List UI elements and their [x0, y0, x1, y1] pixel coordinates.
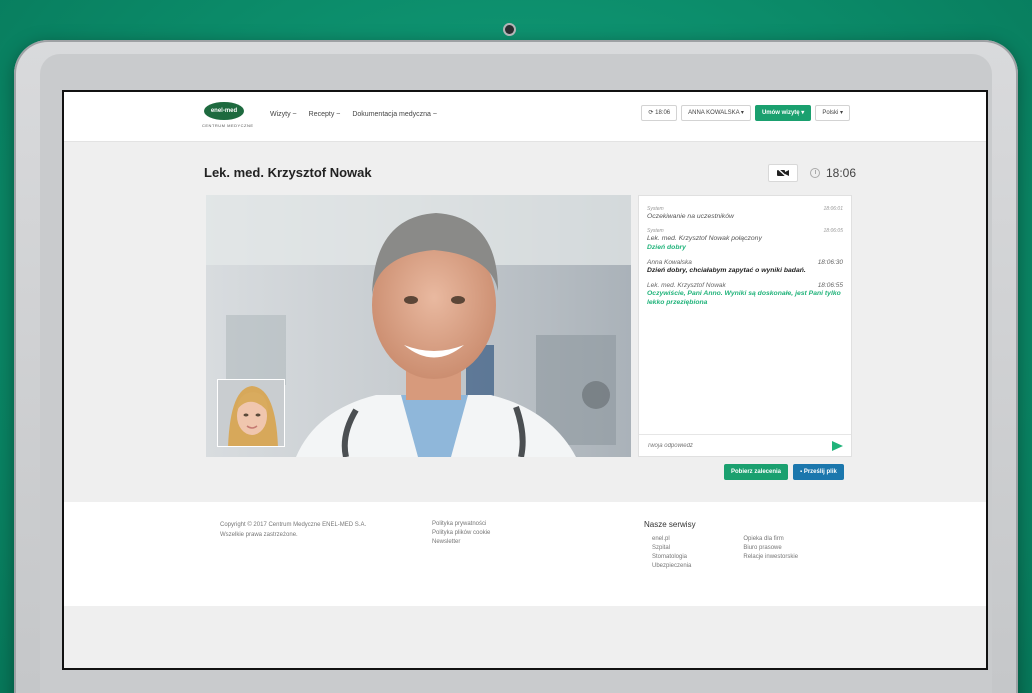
- privacy-policy-link[interactable]: Polityka prywatności: [432, 520, 490, 529]
- service-link[interactable]: Relacje inwestorskie: [743, 553, 798, 562]
- message-text: Lek. med. Krzysztof Nowak połączony: [647, 235, 762, 242]
- services-column-2: Opieka dla firm Biuro prasowe Relacje in…: [743, 535, 798, 571]
- services-heading: Nasze serwisy: [644, 520, 696, 529]
- footer-services: Nasze serwisy enel.pl Szpital Stomatolog…: [644, 520, 798, 571]
- services-column-1: enel.pl Szpital Stomatologia Ubezpieczen…: [652, 535, 691, 571]
- message-meta: Anna Kowalska 18:06:30: [647, 259, 843, 266]
- camera-off-icon: [776, 167, 789, 179]
- session-time-button[interactable]: ⟳ 18:06: [641, 105, 678, 121]
- brand-logo[interactable]: enel-med CENTRUM MEDYCZNE: [202, 102, 254, 128]
- chat-message: System 18:06:01 Oczekiwanie na uczestnik…: [647, 206, 843, 221]
- send-file-button[interactable]: ▪ Prześlij plik: [793, 464, 844, 480]
- logo-mark: enel-med: [204, 102, 244, 120]
- chat-message: Lek. med. Krzysztof Nowak 18:06:55 Oczyw…: [647, 282, 843, 307]
- message-time: 18:06:30: [817, 259, 843, 266]
- nav-visits[interactable]: Wizyty ~: [270, 111, 297, 118]
- book-visit-button[interactable]: Umów wizytę ▾: [754, 105, 812, 121]
- call-actions: Pobierz zalecenia ▪ Prześlij plik: [724, 464, 844, 480]
- language-select[interactable]: Polski ▾: [815, 105, 850, 121]
- message-text-greeting: Dzień dobry: [647, 244, 686, 251]
- newsletter-link[interactable]: Newsletter: [432, 538, 490, 547]
- services-columns: enel.pl Szpital Stomatologia Ubezpieczen…: [644, 535, 798, 571]
- self-video-preview: [217, 379, 285, 447]
- service-link[interactable]: Stomatologia: [652, 553, 691, 562]
- message-author: Lek. med. Krzysztof Nowak: [647, 282, 726, 289]
- message-text: Dzień dobry, chciałabym zapytać o wyniki…: [647, 267, 806, 274]
- patient-video-image: [218, 380, 284, 446]
- copyright-line: Copyright © 2017 Centrum Medyczne ENEL-M…: [220, 522, 367, 528]
- download-recommendations-button[interactable]: Pobierz zalecenia: [724, 464, 789, 480]
- message-time: 18:06:55: [817, 282, 843, 289]
- camera-toggle-button[interactable]: [768, 164, 798, 182]
- nav-prescriptions[interactable]: Recepty ~: [309, 111, 341, 118]
- page-footer: Copyright © 2017 Centrum Medyczne ENEL-M…: [64, 502, 986, 606]
- message-time: 18:06:01: [823, 206, 843, 212]
- service-link[interactable]: Ubezpieczenia: [652, 562, 691, 571]
- service-link[interactable]: enel.pl: [652, 535, 691, 544]
- clock-time: 18:06: [826, 166, 857, 180]
- chat-panel: System 18:06:01 Oczekiwanie na uczestnik…: [638, 195, 852, 457]
- doctor-video-feed: [206, 195, 631, 457]
- user-menu-button[interactable]: ANNA KOWALSKA ▾: [681, 105, 751, 121]
- service-link[interactable]: Opieka dla firm: [743, 535, 798, 544]
- message-text: Oczywiście, Pani Anno. Wyniki są doskona…: [647, 290, 841, 306]
- message-text: Oczekiwanie na uczestników: [647, 213, 734, 220]
- main-nav: Wizyty ~ Recepty ~ Dokumentacja medyczna…: [270, 111, 437, 118]
- chat-messages: System 18:06:01 Oczekiwanie na uczestnik…: [639, 196, 851, 307]
- doctor-name-title: Lek. med. Krzysztof Nowak: [204, 165, 372, 180]
- nav-medical-records[interactable]: Dokumentacja medyczna ~: [352, 111, 437, 118]
- footer-policy-links: Polityka prywatności Polityka plików coo…: [432, 520, 490, 547]
- top-navbar: enel-med CENTRUM MEDYCZNE Wizyty ~ Recep…: [64, 92, 986, 142]
- footer-copyright: Copyright © 2017 Centrum Medyczne ENEL-M…: [220, 520, 366, 540]
- send-icon[interactable]: [832, 440, 843, 451]
- message-author: Anna Kowalska: [647, 259, 692, 266]
- header-actions: ⟳ 18:06 ANNA KOWALSKA ▾ Umów wizytę ▾ Po…: [641, 105, 850, 121]
- call-clock: 18:06: [810, 166, 856, 180]
- send-file-label: Prześlij plik: [803, 469, 837, 475]
- laptop-screen: enel-med CENTRUM MEDYCZNE Wizyty ~ Recep…: [62, 90, 988, 670]
- service-link[interactable]: Biuro prasowe: [743, 544, 798, 553]
- chat-message: Anna Kowalska 18:06:30 Dzień dobry, chci…: [647, 259, 843, 275]
- clock-icon: [810, 168, 820, 178]
- chat-compose: [639, 434, 851, 456]
- web-page: enel-med CENTRUM MEDYCZNE Wizyty ~ Recep…: [64, 92, 986, 668]
- rights-line: Wszelkie prawa zastrzeżone.: [220, 532, 298, 538]
- webcam-dot: [505, 25, 514, 34]
- cookie-policy-link[interactable]: Polityka plików cookie: [432, 529, 490, 538]
- logo-subtitle: CENTRUM MEDYCZNE: [202, 123, 254, 128]
- service-link[interactable]: Szpital: [652, 544, 691, 553]
- chat-message: System 18:06:05 Lek. med. Krzysztof Nowa…: [647, 228, 843, 252]
- message-time: 18:06:05: [823, 228, 843, 234]
- message-meta: Lek. med. Krzysztof Nowak 18:06:55: [647, 282, 843, 289]
- chat-reply-input[interactable]: [647, 442, 832, 449]
